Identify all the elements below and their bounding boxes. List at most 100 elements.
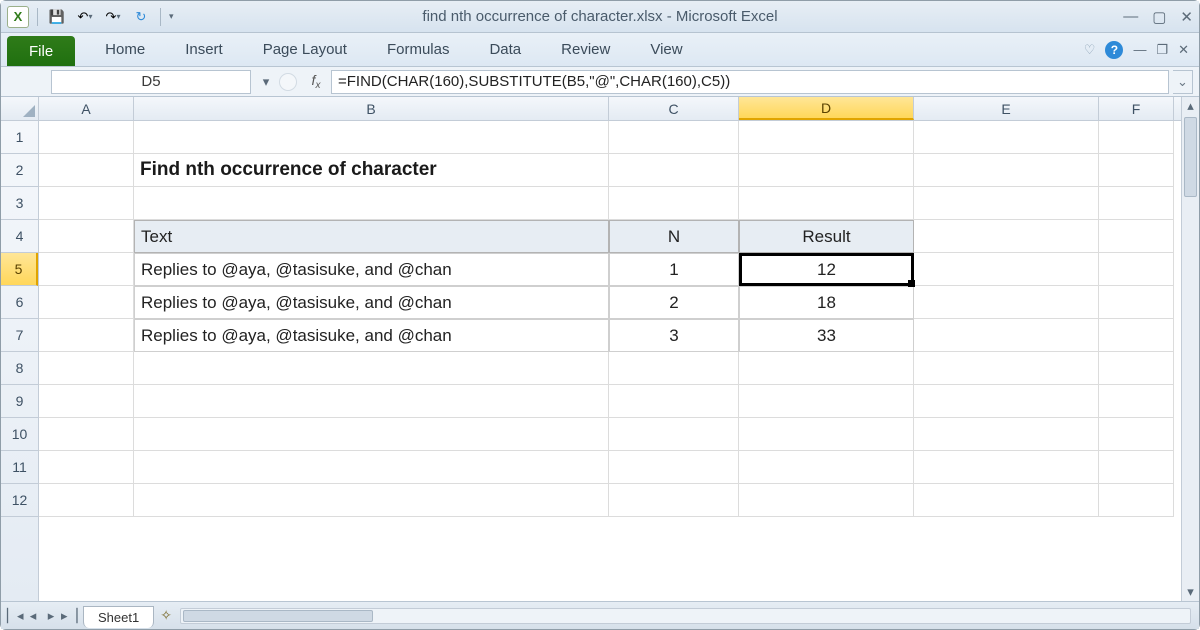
expand-formula-bar-button[interactable]: ⌄ bbox=[1173, 70, 1193, 94]
workbook-close-button[interactable]: ✕ bbox=[1178, 42, 1189, 58]
row-header-7[interactable]: 7 bbox=[1, 319, 38, 352]
cell[interactable] bbox=[739, 121, 914, 154]
name-box[interactable]: D5 bbox=[51, 70, 251, 94]
cell[interactable] bbox=[1099, 319, 1174, 352]
excel-app-icon[interactable]: X bbox=[7, 6, 29, 28]
cell[interactable] bbox=[914, 484, 1099, 517]
cell[interactable] bbox=[1099, 220, 1174, 253]
cell[interactable] bbox=[739, 187, 914, 220]
col-header-b[interactable]: B bbox=[134, 97, 609, 120]
cell[interactable] bbox=[609, 484, 739, 517]
cell[interactable] bbox=[39, 418, 134, 451]
table-row[interactable]: 3 bbox=[609, 319, 739, 352]
cell[interactable] bbox=[134, 187, 609, 220]
table-row[interactable]: 1 bbox=[609, 253, 739, 286]
cell[interactable] bbox=[914, 154, 1099, 187]
cell[interactable] bbox=[39, 385, 134, 418]
help-button[interactable]: ? bbox=[1105, 41, 1123, 59]
cell[interactable] bbox=[39, 286, 134, 319]
cell[interactable] bbox=[914, 253, 1099, 286]
row-header-5[interactable]: 5 bbox=[1, 253, 38, 286]
cell[interactable] bbox=[1099, 352, 1174, 385]
cell[interactable] bbox=[1099, 451, 1174, 484]
cell[interactable] bbox=[39, 253, 134, 286]
ribbon-tab-home[interactable]: Home bbox=[85, 33, 165, 66]
table-row[interactable]: 12 bbox=[739, 253, 914, 286]
row-header-1[interactable]: 1 bbox=[1, 121, 38, 154]
table-row[interactable]: Replies to @aya, @tasisuke, and @chan bbox=[134, 253, 609, 286]
cell[interactable] bbox=[39, 220, 134, 253]
cell[interactable] bbox=[39, 319, 134, 352]
table-row[interactable]: 18 bbox=[739, 286, 914, 319]
row-header-11[interactable]: 11 bbox=[1, 451, 38, 484]
ribbon-tab-formulas[interactable]: Formulas bbox=[367, 33, 470, 66]
cell[interactable] bbox=[39, 154, 134, 187]
cells-area[interactable]: Find nth occurrence of character Text N … bbox=[39, 121, 1181, 601]
cell[interactable] bbox=[739, 451, 914, 484]
cell[interactable] bbox=[914, 451, 1099, 484]
new-sheet-button[interactable]: ✧ bbox=[160, 607, 172, 624]
cell[interactable] bbox=[1099, 121, 1174, 154]
cell[interactable] bbox=[134, 451, 609, 484]
row-header-12[interactable]: 12 bbox=[1, 484, 38, 517]
scroll-thumb[interactable] bbox=[183, 610, 373, 622]
cell[interactable] bbox=[739, 154, 914, 187]
cell[interactable] bbox=[1099, 187, 1174, 220]
cell[interactable] bbox=[134, 418, 609, 451]
ribbon-tab-data[interactable]: Data bbox=[469, 33, 541, 66]
cell[interactable] bbox=[914, 352, 1099, 385]
qat-customize-icon[interactable]: ▾ bbox=[169, 11, 174, 22]
col-header-a[interactable]: A bbox=[39, 97, 134, 120]
cell[interactable] bbox=[1099, 286, 1174, 319]
cell[interactable] bbox=[134, 484, 609, 517]
cell[interactable] bbox=[609, 187, 739, 220]
scroll-thumb[interactable] bbox=[1184, 117, 1197, 197]
row-header-2[interactable]: 2 bbox=[1, 154, 38, 187]
ribbon-tab-insert[interactable]: Insert bbox=[165, 33, 243, 66]
sheet-nav-prev-icon[interactable]: ◂ bbox=[25, 608, 41, 624]
cell[interactable] bbox=[914, 187, 1099, 220]
table-row[interactable]: 2 bbox=[609, 286, 739, 319]
sync-button[interactable]: ↻ bbox=[130, 6, 152, 28]
cell[interactable] bbox=[739, 352, 914, 385]
minimize-button[interactable]: ― bbox=[1123, 8, 1138, 26]
cell[interactable] bbox=[914, 418, 1099, 451]
table-header-result[interactable]: Result bbox=[739, 220, 914, 253]
scroll-down-icon[interactable]: ▾ bbox=[1182, 583, 1199, 601]
cell[interactable] bbox=[609, 121, 739, 154]
cell[interactable] bbox=[1099, 484, 1174, 517]
cell[interactable] bbox=[914, 121, 1099, 154]
table-header-text[interactable]: Text bbox=[134, 220, 609, 253]
cell-title[interactable]: Find nth occurrence of character bbox=[134, 154, 609, 187]
row-header-8[interactable]: 8 bbox=[1, 352, 38, 385]
row-header-3[interactable]: 3 bbox=[1, 187, 38, 220]
cell[interactable] bbox=[914, 286, 1099, 319]
cell[interactable] bbox=[609, 451, 739, 484]
cell[interactable] bbox=[1099, 418, 1174, 451]
cell[interactable] bbox=[609, 154, 739, 187]
cell[interactable] bbox=[914, 385, 1099, 418]
undo-button[interactable]: ↶▾ bbox=[74, 6, 96, 28]
vertical-scrollbar[interactable]: ▴ ▾ bbox=[1181, 97, 1199, 601]
ribbon-minimize-icon[interactable]: ♡ bbox=[1084, 42, 1096, 58]
maximize-button[interactable]: ▢ bbox=[1152, 8, 1166, 26]
ribbon-tab-view[interactable]: View bbox=[630, 33, 702, 66]
close-button[interactable]: ✕ bbox=[1180, 8, 1193, 26]
cell[interactable] bbox=[1099, 385, 1174, 418]
formula-input[interactable]: =FIND(CHAR(160),SUBSTITUTE(B5,"@",CHAR(1… bbox=[331, 70, 1169, 94]
workbook-minimize-button[interactable]: ― bbox=[1133, 42, 1146, 57]
scroll-up-icon[interactable]: ▴ bbox=[1182, 97, 1199, 115]
cancel-formula-button[interactable] bbox=[279, 73, 297, 91]
cell[interactable] bbox=[39, 352, 134, 385]
row-header-9[interactable]: 9 bbox=[1, 385, 38, 418]
row-header-4[interactable]: 4 bbox=[1, 220, 38, 253]
cell[interactable] bbox=[39, 451, 134, 484]
cell[interactable] bbox=[914, 319, 1099, 352]
name-box-dropdown[interactable]: ▾ bbox=[257, 74, 275, 90]
row-header-10[interactable]: 10 bbox=[1, 418, 38, 451]
cell[interactable] bbox=[914, 220, 1099, 253]
col-header-f[interactable]: F bbox=[1099, 97, 1174, 120]
sheet-nav-last-icon[interactable]: ▸▕ bbox=[61, 608, 77, 624]
workbook-restore-button[interactable]: ❐ bbox=[1156, 42, 1168, 58]
cell[interactable] bbox=[739, 418, 914, 451]
